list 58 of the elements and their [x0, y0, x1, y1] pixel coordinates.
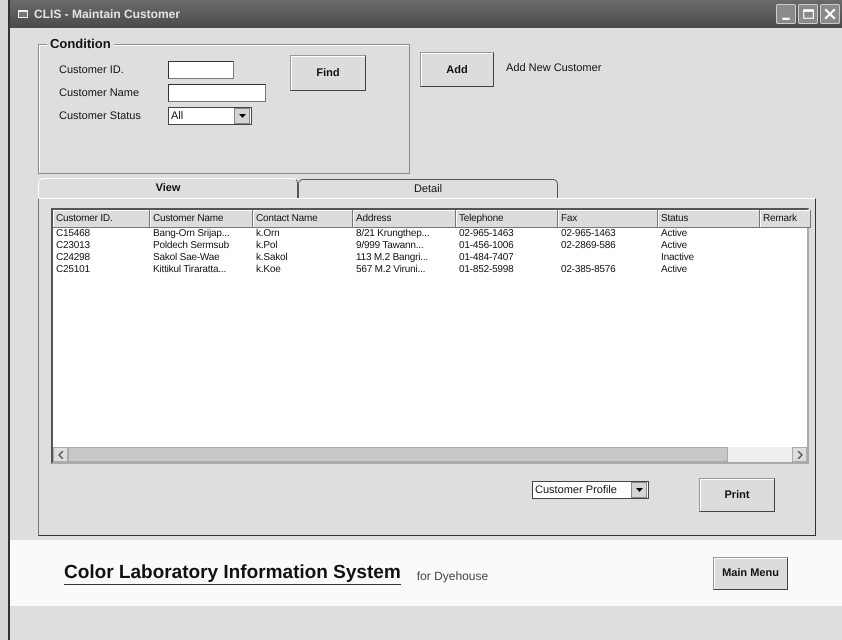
table-cell-text: k.Pol	[255, 240, 278, 252]
input-field[interactable]	[168, 84, 266, 102]
table-cell-text: 02-965-1463	[458, 228, 515, 240]
tab[interactable]: View	[38, 178, 298, 198]
table-cell-text: 9/999 Tawann...	[355, 240, 424, 252]
table-cell-text: 113 M.2 Bangri...	[355, 252, 430, 264]
minimize-icon[interactable]	[776, 4, 796, 24]
table-cell-text: Active	[660, 240, 688, 252]
column-header[interactable]: Status	[658, 210, 760, 228]
table-cell-text: Kittikul Tiraratta...	[152, 264, 228, 276]
window-icon	[18, 10, 28, 18]
column-header[interactable]: Remark	[760, 210, 811, 228]
table-cell-text: C15468	[55, 228, 91, 240]
field-label: Customer Status	[59, 110, 142, 122]
column-header[interactable]: Customer ID.	[53, 210, 150, 228]
column-header[interactable]: Customer Name	[150, 210, 253, 228]
add-hint: Add New Customer	[506, 62, 602, 74]
system-subtitle: for Dyehouse	[416, 569, 488, 583]
table-cell-text: 02-2869-586	[560, 240, 617, 252]
table-cell-text: Sakol Sae-Wae	[152, 252, 221, 264]
table-cell-text: Bang-Orn Srijap...	[152, 228, 230, 240]
status-dropdown[interactable]: All	[168, 106, 252, 124]
add-button[interactable]: Add	[420, 52, 494, 87]
group-title: Condition	[47, 36, 114, 51]
maximize-icon[interactable]	[798, 4, 818, 24]
system-title: Color Laboratory Information System	[64, 562, 401, 584]
table-cell-text: 01-456-1006	[458, 240, 515, 252]
field-label: Customer Name	[59, 86, 140, 98]
field-label: Customer ID.	[59, 64, 125, 76]
window-title: CLIS - Maintain Customer	[34, 7, 180, 21]
table-cell-text: k.Orn	[255, 228, 280, 240]
table-cell-text: C23013	[55, 240, 91, 252]
table-cell-text: Active	[660, 228, 688, 240]
horizontal-scrollbar[interactable]	[53, 447, 807, 462]
column-header[interactable]: Address	[353, 210, 456, 228]
report-dropdown[interactable]: Customer Profile	[532, 481, 649, 499]
main-menu-button[interactable]: Main Menu	[713, 556, 788, 590]
close-icon[interactable]	[820, 4, 840, 24]
column-header[interactable]: Fax	[558, 210, 658, 228]
input-field[interactable]	[168, 60, 234, 78]
print-button[interactable]: Print	[699, 478, 775, 512]
table-cell-text: 567 M.2 Viruni...	[355, 264, 426, 276]
column-header[interactable]: Telephone	[456, 210, 558, 228]
table-cell-text: 02-965-1463	[560, 228, 617, 240]
table-cell-text: k.Sakol	[255, 252, 288, 264]
table-cell-text: Inactive	[660, 252, 695, 264]
table-cell-text: C24298	[55, 252, 91, 264]
table-cell-text: 01-852-5998	[458, 264, 515, 276]
table-cell-text: k.Koe	[255, 264, 282, 276]
find-button[interactable]: Find	[290, 55, 366, 91]
table-cell-text: 8/21 Krungthep...	[355, 228, 430, 240]
table-cell-text: Poldech Sermsub	[152, 240, 230, 252]
table-cell-text: C25101	[55, 264, 91, 276]
column-header[interactable]: Contact Name	[253, 210, 353, 228]
table-cell-text: 02-385-8576	[560, 264, 617, 276]
tab[interactable]: Detail	[298, 179, 558, 198]
table-cell-text: 01-484-7407	[458, 252, 515, 264]
table-cell-text: Active	[660, 264, 688, 276]
